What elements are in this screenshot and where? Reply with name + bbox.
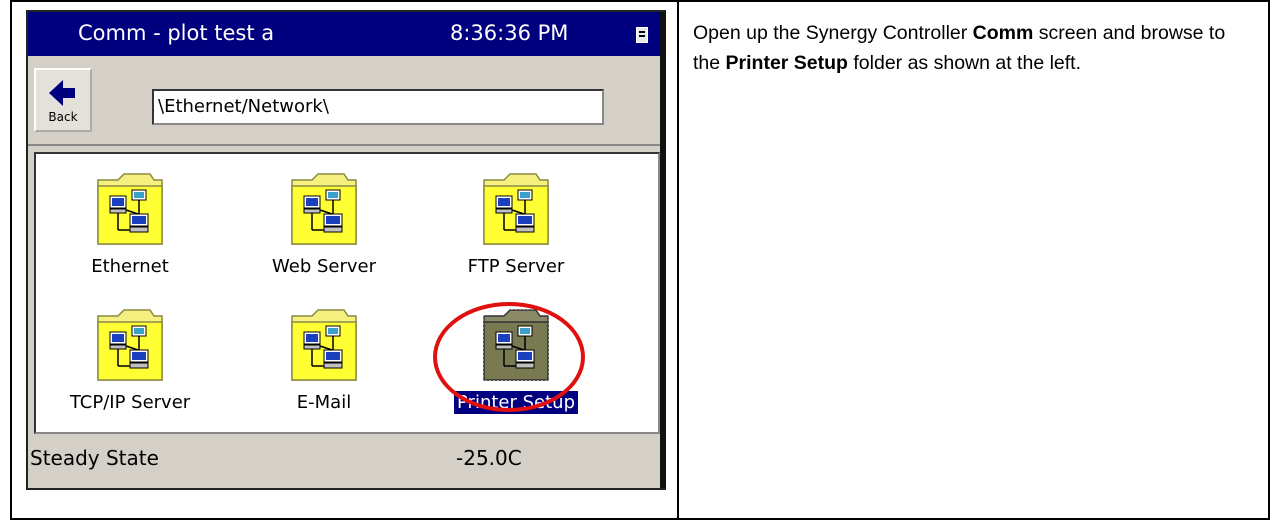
controller-screen: Comm - plot test a 8:36:36 PM Back \Ethe…: [26, 10, 666, 490]
network-folder-icon: [96, 306, 166, 392]
instruction-emphasis-printer-setup: Printer Setup: [725, 52, 848, 74]
title-bar: Comm - plot test a 8:36:36 PM: [28, 12, 660, 56]
folder-label: Printer Setup: [453, 390, 579, 415]
network-folder-icon: [96, 170, 166, 256]
instruction-emphasis-comm: Comm: [972, 22, 1034, 44]
status-bar: Steady State -25.0C: [28, 436, 660, 488]
temperature-readout: -25.0C: [456, 446, 522, 470]
network-folder-icon: [482, 170, 552, 256]
folder-label: Web Server: [272, 256, 376, 277]
back-button-label: Back: [48, 110, 78, 124]
network-folder-icon: [482, 306, 552, 392]
back-arrow-icon: [49, 80, 75, 106]
screen-title: Comm - plot test a: [78, 21, 275, 45]
folder-label: E-Mail: [296, 392, 352, 413]
network-folder-icon: [290, 306, 360, 392]
folder-tcp-ip-server[interactable]: TCP/IP Server: [50, 294, 210, 424]
folder-ftp-server[interactable]: FTP Server: [436, 158, 596, 288]
instruction-text: Open up the Synergy Controller Comm scre…: [679, 2, 1268, 518]
instruction-table: Comm - plot test a 8:36:36 PM Back \Ethe…: [10, 0, 1270, 520]
folder-label: FTP Server: [467, 256, 565, 277]
screenshot-cell: Comm - plot test a 8:36:36 PM Back \Ethe…: [12, 2, 677, 518]
folder-label: Ethernet: [91, 256, 169, 277]
keyboard-tray-icon[interactable]: [636, 27, 648, 43]
path-field[interactable]: \Ethernet/Network\: [152, 89, 604, 125]
clock: 8:36:36 PM: [450, 21, 569, 45]
network-folder-icon: [290, 170, 360, 256]
instruction-text-part: Open up the Synergy Controller: [693, 22, 973, 44]
toolbar: Back \Ethernet/Network\: [28, 56, 660, 146]
controller-state: Steady State: [30, 446, 159, 470]
folder-printer-setup[interactable]: Printer Setup: [436, 294, 596, 424]
folder-label: TCP/IP Server: [69, 392, 191, 413]
folder-web-server[interactable]: Web Server: [244, 158, 404, 288]
back-button[interactable]: Back: [34, 68, 92, 132]
folder-view: Ethernet Web Server FTP Server TCP/IP Se…: [34, 152, 660, 434]
folder-e-mail[interactable]: E-Mail: [244, 294, 404, 424]
folder-ethernet[interactable]: Ethernet: [50, 158, 210, 288]
instruction-text-part: folder as shown at the left.: [847, 52, 1082, 74]
